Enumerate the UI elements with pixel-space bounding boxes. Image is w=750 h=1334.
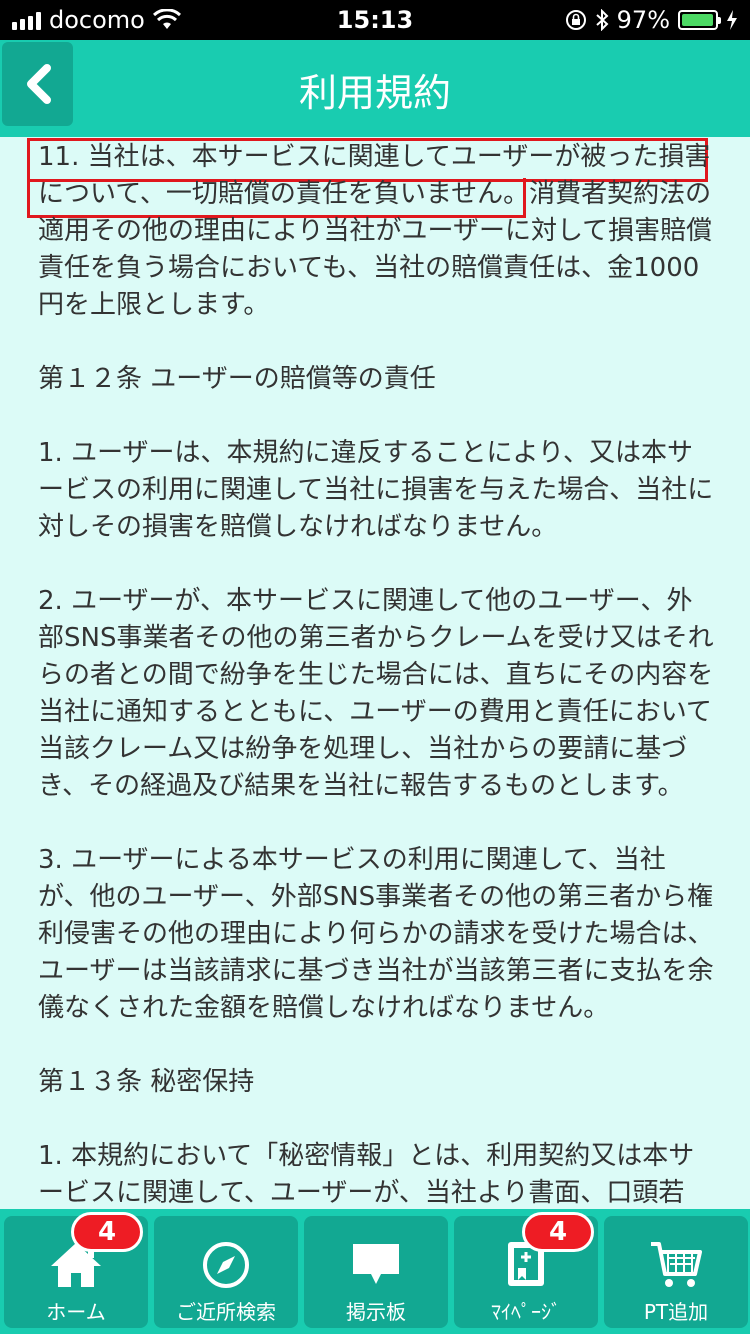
status-right: 97% bbox=[565, 6, 738, 34]
paragraph-liability-limit: 11. 当社は、本サービスに関連してユーザーが被った損害について、一切賠償の責任… bbox=[38, 142, 713, 320]
orientation-lock-icon bbox=[565, 10, 586, 30]
speech-bubble-icon bbox=[304, 1238, 448, 1292]
tab-home-label: ホーム bbox=[46, 1300, 106, 1324]
tab-pt-add-label: PT追加 bbox=[643, 1300, 709, 1324]
tab-nearby-search-label: ご近所検索 bbox=[176, 1300, 276, 1324]
battery-icon bbox=[678, 10, 721, 30]
tab-nearby-search[interactable]: ご近所検索 bbox=[154, 1216, 298, 1328]
tab-pt-add[interactable]: PT追加 bbox=[604, 1216, 748, 1328]
charging-icon bbox=[727, 10, 737, 30]
paragraph-12-3: 3. ユーザーによる本サービスの利用に関連して、当社が、他のユーザー、外部SNS… bbox=[38, 845, 714, 1023]
tab-bulletin-board[interactable]: 掲示板 bbox=[304, 1216, 448, 1328]
terms-content[interactable]: 11. 当社は、本サービスに関連してユーザーが被った損害について、一切賠償の責任… bbox=[0, 137, 750, 1209]
paragraph-13-1: 1. 本規約において「秘密情報」とは、利用契約又は本サービスに関連して、ユーザー… bbox=[38, 1141, 695, 1208]
article-13-heading: 第１３条 秘密保持 bbox=[38, 1067, 255, 1097]
battery-fill bbox=[682, 14, 713, 26]
terms-text: 11. 当社は、本サービスに関連してユーザーが被った損害について、一切賠償の責任… bbox=[38, 139, 714, 1209]
paragraph-12-1: 1. ユーザーは、本規約に違反することにより、又は本サービスの利用に関連して当社… bbox=[38, 438, 714, 542]
cart-icon bbox=[604, 1238, 748, 1292]
article-12-heading: 第１２条 ユーザーの賠償等の責任 bbox=[38, 364, 436, 394]
page-title: 利用規約 bbox=[298, 71, 451, 115]
paragraph-12-2: 2. ユーザーが、本サービスに関連して他のユーザー、外部SNS事業者その他の第三… bbox=[38, 586, 714, 801]
tab-bulletin-board-label: 掲示板 bbox=[346, 1300, 406, 1324]
battery-percent: 97% bbox=[616, 6, 670, 34]
mypage-notification-badge: 4 bbox=[522, 1212, 594, 1252]
compass-icon bbox=[154, 1238, 298, 1292]
tab-bar: ホーム ご近所検索 掲示板 ﾏｲﾍﾟｰｼﾞ PT追加 4 4 bbox=[0, 1209, 750, 1334]
app-header: 利用規約 bbox=[0, 40, 750, 137]
home-notification-badge: 4 bbox=[71, 1212, 143, 1252]
bluetooth-icon bbox=[595, 9, 609, 31]
status-bar: docomo 15:13 97% bbox=[0, 0, 750, 40]
tab-mypage-label: ﾏｲﾍﾟｰｼﾞ bbox=[491, 1300, 561, 1324]
